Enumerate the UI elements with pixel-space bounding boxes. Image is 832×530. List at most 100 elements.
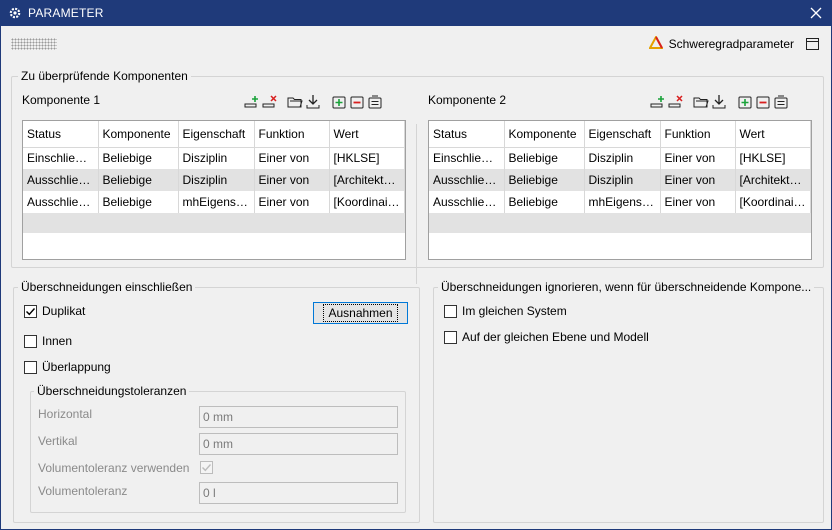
column-header[interactable]: Wert xyxy=(329,121,405,148)
table-cell[interactable]: Beliebige xyxy=(98,169,179,191)
column-header[interactable]: Status xyxy=(429,121,505,148)
table-cell[interactable]: [Architektur... xyxy=(329,169,405,191)
table-cell[interactable]: [Architektur... xyxy=(735,169,811,191)
table-cell[interactable]: Beliebige xyxy=(504,147,585,169)
drag-grip-icon[interactable] xyxy=(11,38,57,50)
component2-toolbar xyxy=(648,93,790,111)
table-cell[interactable]: mhEigensc... xyxy=(584,191,661,213)
table-cell[interactable]: [Koordinait... xyxy=(329,191,405,213)
warning-triangle-icon xyxy=(647,34,664,52)
duplicate-label: Duplikat xyxy=(42,304,86,318)
table-row[interactable]: Ausschließen Beliebige mhEigensc... Eine… xyxy=(23,191,405,213)
new-row[interactable] xyxy=(429,213,811,233)
table-cell[interactable]: Einer von xyxy=(254,191,330,213)
title-bar: PARAMETER xyxy=(0,0,832,26)
remove-row-icon[interactable] xyxy=(666,93,684,111)
inner-label: Innen xyxy=(42,334,73,348)
remove-row-icon[interactable] xyxy=(260,93,278,111)
checkbox-box[interactable] xyxy=(444,330,457,344)
use-volume-label: Volumentoleranz verwenden xyxy=(38,461,190,475)
table-cell[interactable]: Disziplin xyxy=(178,147,255,169)
table-row[interactable]: Einschließen Beliebige Disziplin Einer v… xyxy=(429,147,811,169)
table-cell[interactable]: Einer von xyxy=(254,169,330,191)
table-cell[interactable]: Einschließen xyxy=(23,147,99,169)
import-icon[interactable] xyxy=(304,93,322,111)
column-header[interactable]: Status xyxy=(23,121,99,148)
add-row-icon[interactable] xyxy=(648,93,666,111)
table-cell[interactable]: Disziplin xyxy=(178,169,255,191)
table-cell[interactable]: [Koordinait... xyxy=(735,191,811,213)
remove-group-icon[interactable] xyxy=(348,93,366,111)
use-volume-checkbox[interactable] xyxy=(200,461,213,474)
import-icon[interactable] xyxy=(710,93,728,111)
panel-layout-icon[interactable] xyxy=(806,38,819,50)
remove-group-icon[interactable] xyxy=(754,93,772,111)
column-header[interactable]: Eigenschaft xyxy=(178,121,255,148)
checkbox-box[interactable] xyxy=(24,360,37,374)
table-cell[interactable]: [HKLSE] xyxy=(735,147,811,169)
overlap-checkbox[interactable]: Überlappung xyxy=(24,360,111,374)
exceptions-button[interactable]: Ausnahmen xyxy=(313,302,408,324)
table-cell[interactable]: mhEigensc... xyxy=(178,191,255,213)
ignore-overlaps-group: Überschneidungen ignorieren, wenn für üb… xyxy=(433,280,824,523)
table-cell[interactable]: Ausschließen xyxy=(429,169,505,191)
same-system-checkbox[interactable]: Im gleichen System xyxy=(444,304,567,318)
overlap-label: Überlappung xyxy=(42,360,111,374)
table-row[interactable]: Ausschließen Beliebige mhEigensc... Eine… xyxy=(429,191,811,213)
horizontal-label: Horizontal xyxy=(38,407,93,421)
table-cell[interactable]: Einer von xyxy=(254,147,330,169)
column-header[interactable]: Wert xyxy=(735,121,811,148)
vertical-label: Vertikal xyxy=(38,434,78,448)
table-row[interactable]: Ausschließen Beliebige Disziplin Einer v… xyxy=(23,169,405,191)
table-cell[interactable]: Beliebige xyxy=(98,191,179,213)
table-cell[interactable]: Ausschließen xyxy=(429,191,505,213)
component1-toolbar xyxy=(242,93,384,111)
column-header[interactable]: Funktion xyxy=(660,121,736,148)
table-cell[interactable]: Beliebige xyxy=(504,191,585,213)
column-header[interactable]: Funktion xyxy=(254,121,330,148)
column-header[interactable]: Komponente xyxy=(98,121,179,148)
checkbox-box[interactable] xyxy=(24,304,37,318)
close-icon[interactable] xyxy=(806,3,826,23)
table-cell[interactable]: Disziplin xyxy=(584,147,661,169)
same-level-model-checkbox[interactable]: Auf der gleichen Ebene und Modell xyxy=(444,330,649,344)
table-cell[interactable]: Disziplin xyxy=(584,169,661,191)
same-system-label: Im gleichen System xyxy=(462,304,567,318)
ignore-overlaps-title: Überschneidungen ignorieren, wenn für üb… xyxy=(438,280,815,294)
components-group-title: Zu überprüfende Komponenten xyxy=(18,69,191,83)
window-title: PARAMETER xyxy=(28,6,104,20)
volume-tolerance-input[interactable] xyxy=(199,482,398,504)
duplicate-checkbox[interactable]: Duplikat xyxy=(24,304,85,318)
clear-icon[interactable] xyxy=(772,93,790,111)
checkbox-box[interactable] xyxy=(24,334,37,348)
add-group-icon[interactable] xyxy=(330,93,348,111)
vertical-input[interactable] xyxy=(199,433,398,455)
table-cell[interactable]: [HKLSE] xyxy=(329,147,405,169)
open-folder-icon[interactable] xyxy=(286,93,304,111)
table-cell[interactable]: Ausschließen xyxy=(23,169,99,191)
add-group-icon[interactable] xyxy=(736,93,754,111)
table-cell[interactable]: Einer von xyxy=(660,191,736,213)
component2-label: Komponente 2 xyxy=(428,93,507,107)
table-cell[interactable]: Einer von xyxy=(660,169,736,191)
table-cell[interactable]: Einschließen xyxy=(429,147,505,169)
table-cell[interactable]: Beliebige xyxy=(98,147,179,169)
gear-icon xyxy=(8,6,22,20)
new-row[interactable] xyxy=(23,213,405,233)
column-header[interactable]: Eigenschaft xyxy=(584,121,661,148)
severity-parameters-link[interactable]: Schweregradparameter xyxy=(647,34,819,52)
table-row[interactable]: Ausschließen Beliebige Disziplin Einer v… xyxy=(429,169,811,191)
tolerances-title: Überschneidungstoleranzen xyxy=(34,384,190,398)
table-cell[interactable]: Beliebige xyxy=(504,169,585,191)
add-row-icon[interactable] xyxy=(242,93,260,111)
exceptions-button-label: Ausnahmen xyxy=(323,304,398,322)
column-header[interactable]: Komponente xyxy=(504,121,585,148)
inner-checkbox[interactable]: Innen xyxy=(24,334,72,348)
clear-icon[interactable] xyxy=(366,93,384,111)
table-row[interactable]: Einschließen Beliebige Disziplin Einer v… xyxy=(23,147,405,169)
open-folder-icon[interactable] xyxy=(692,93,710,111)
table-cell[interactable]: Ausschließen xyxy=(23,191,99,213)
checkbox-box[interactable] xyxy=(444,304,457,318)
horizontal-input[interactable] xyxy=(199,406,398,428)
table-cell[interactable]: Einer von xyxy=(660,147,736,169)
